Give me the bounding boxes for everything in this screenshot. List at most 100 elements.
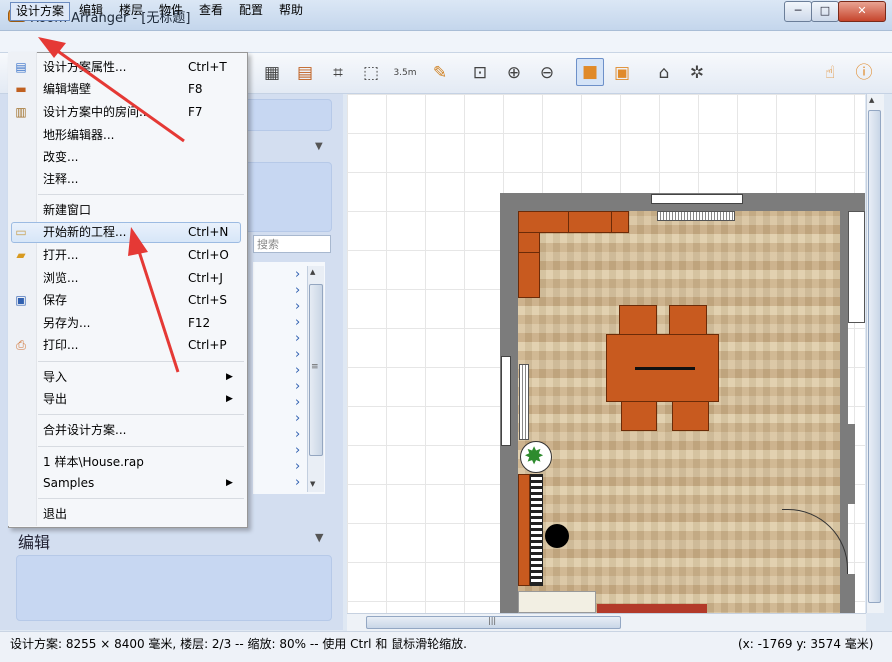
menu-separator — [38, 446, 244, 447]
chevron-right-icon[interactable]: › — [295, 348, 305, 362]
stool[interactable] — [545, 524, 569, 548]
menu-item-change[interactable]: 改变... — [43, 147, 78, 167]
room-plan-icon: ▥ — [15, 105, 27, 119]
chevron-right-icon[interactable]: › — [295, 364, 305, 378]
chair[interactable] — [672, 401, 709, 431]
menu-separator — [38, 414, 244, 415]
piano-keys[interactable] — [530, 474, 543, 586]
plan-canvas[interactable]: ✸ — [347, 94, 865, 613]
menu-shortcut: F12 — [188, 316, 211, 330]
menu-item-save-as[interactable]: 另存为... — [43, 313, 90, 333]
menu-item-recent-file[interactable]: 1 样本\House.rap — [43, 452, 144, 472]
maximize-button[interactable]: □ — [811, 1, 839, 22]
cursor-coordinates: (x: -1769 y: 3574 毫米) — [738, 637, 874, 651]
chevron-right-icon[interactable]: › — [295, 396, 305, 410]
3d-box-icon[interactable]: ■ — [576, 58, 604, 86]
menu-shortcut: Ctrl+J — [188, 271, 223, 285]
chevron-right-icon[interactable]: › — [295, 380, 305, 394]
canvas-vscroll-thumb[interactable] — [868, 110, 881, 603]
menu-item-edit-walls[interactable]: 编辑墙壁 — [43, 79, 91, 99]
menu-project[interactable]: 设计方案 — [10, 2, 71, 21]
chevron-right-icon[interactable]: › — [295, 284, 305, 298]
menu-config[interactable]: 配置 — [234, 2, 268, 19]
edit-section-title: 编辑 — [18, 533, 51, 552]
menu-item-export[interactable]: 导出 — [43, 389, 67, 409]
panel-collapse-icon[interactable]: ▼ — [315, 141, 323, 152]
chevron-right-icon[interactable]: › — [295, 332, 305, 346]
menu-floor[interactable]: 楼层 — [114, 2, 148, 19]
bookshelf[interactable] — [518, 474, 530, 586]
menu-icon-gutter — [8, 52, 37, 526]
scroll-up-icon[interactable]: ▲ — [869, 96, 874, 104]
wall-segment — [840, 424, 855, 504]
close-button[interactable]: ✕ — [838, 1, 886, 22]
wall-segment — [840, 574, 855, 613]
chevron-right-icon[interactable]: › — [295, 268, 305, 282]
boxes-icon[interactable]: ▣ — [609, 60, 635, 86]
minimize-button[interactable]: ─ — [784, 1, 812, 22]
edit-panel-box — [16, 555, 332, 621]
wall-edit-icon[interactable]: ▦ — [259, 60, 285, 86]
scroll-down-icon[interactable]: ▼ — [310, 480, 315, 488]
menu-item-save[interactable]: 保存 — [43, 290, 67, 310]
menu-item-samples[interactable]: Samples — [43, 473, 94, 493]
menu-shortcut: Ctrl+S — [188, 293, 228, 307]
chair[interactable] — [621, 401, 657, 431]
menu-objects[interactable]: 物件 — [154, 2, 188, 19]
cabinet[interactable] — [518, 211, 569, 233]
brick-icon[interactable]: ▤ — [292, 60, 318, 86]
menu-help[interactable]: 帮助 — [274, 2, 308, 19]
chevron-right-icon[interactable]: › — [295, 412, 305, 426]
zoom-fit-icon[interactable]: ⊡ — [467, 60, 493, 86]
brick-wall-icon: ▬ — [15, 82, 27, 96]
menu-view[interactable]: 查看 — [194, 2, 228, 19]
submenu-arrow-icon: ▶ — [226, 372, 233, 382]
menu-item-merge[interactable]: 合并设计方案... — [43, 420, 126, 440]
zoom-in-icon[interactable]: ⊕ — [501, 60, 527, 86]
menu-shortcut: Ctrl+T — [188, 60, 227, 74]
menu-item-open[interactable]: 打开... — [43, 245, 78, 265]
measure-icon[interactable]: 3.5m — [392, 60, 418, 86]
chevron-right-icon[interactable]: › — [295, 476, 305, 490]
menu-shortcut: F7 — [188, 105, 203, 119]
chair[interactable] — [619, 305, 657, 337]
zoom-out-icon[interactable]: ⊖ — [534, 60, 560, 86]
move-object-icon[interactable]: ⬚ — [358, 60, 384, 86]
menu-item-exit[interactable]: 退出 — [43, 504, 67, 524]
menu-item-browse[interactable]: 浏览... — [43, 268, 78, 288]
crop-icon[interactable]: ⌗ — [325, 60, 351, 86]
menu-item-new-project[interactable]: 开始新的工程... — [43, 222, 126, 242]
menu-item-notes[interactable]: 注释... — [43, 169, 78, 189]
menu-item-print[interactable]: 打印... — [43, 335, 78, 355]
pencil-icon[interactable]: ✎ — [427, 60, 453, 86]
scroll-up-icon[interactable]: ▲ — [310, 268, 315, 276]
house-icon[interactable]: ⌂ — [651, 60, 677, 86]
menu-edit[interactable]: 编辑 — [74, 2, 108, 19]
chevron-right-icon[interactable]: › — [295, 300, 305, 314]
search-input[interactable]: 搜索 — [253, 235, 331, 253]
menu-separator — [38, 498, 244, 499]
menu-item-project-properties[interactable]: 设计方案属性... — [43, 57, 126, 77]
rug[interactable] — [597, 604, 707, 613]
cabinet[interactable] — [611, 211, 629, 233]
left-radiator — [519, 364, 529, 440]
chevron-right-icon[interactable]: › — [295, 428, 305, 442]
menu-item-import[interactable]: 导入 — [43, 367, 67, 387]
chevron-right-icon[interactable]: › — [295, 444, 305, 458]
sofa[interactable] — [518, 591, 596, 613]
info-icon[interactable]: ⓘ — [851, 60, 877, 86]
hscroll-grip-icon: ||| — [488, 616, 497, 625]
menu-item-rooms[interactable]: 设计方案中的房间... — [43, 102, 150, 122]
edit-collapse-icon[interactable]: ▼ — [315, 531, 323, 544]
menu-item-new-window[interactable]: 新建窗口 — [43, 200, 91, 220]
chevron-right-icon[interactable]: › — [295, 460, 305, 474]
chevron-right-icon[interactable]: › — [295, 316, 305, 330]
project-properties-icon: ▤ — [15, 60, 27, 74]
menu-bar — [0, 31, 892, 53]
settings-house-icon[interactable]: ✲ — [684, 60, 710, 86]
cabinet[interactable] — [518, 252, 540, 298]
menu-item-terrain-editor[interactable]: 地形编辑器... — [43, 125, 114, 145]
hand-icon[interactable]: ☝ — [817, 60, 843, 86]
chair[interactable] — [669, 305, 707, 337]
open-folder-icon: ▰ — [16, 248, 26, 262]
